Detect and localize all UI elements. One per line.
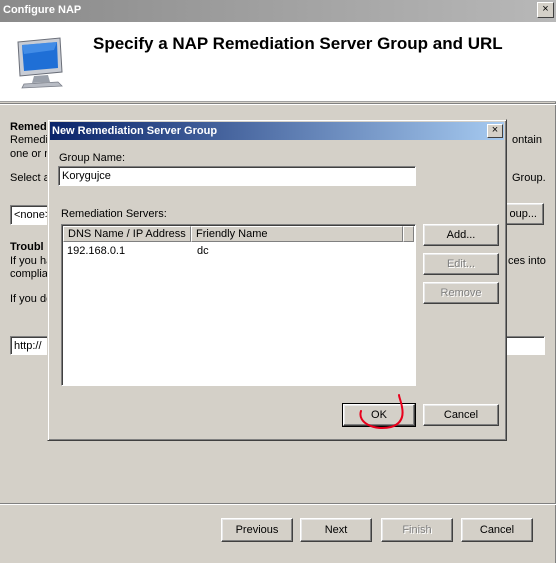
page-title: Specify a NAP Remediation Server Group a… xyxy=(93,34,503,53)
previous-button[interactable]: Previous xyxy=(221,518,293,542)
group-name-label: Group Name: xyxy=(59,152,126,164)
wizard-title-bar[interactable]: Configure NAP xyxy=(0,0,556,22)
finish-button[interactable]: Finish xyxy=(381,518,453,542)
annotation-mark xyxy=(359,394,404,429)
wizard-title: Configure NAP xyxy=(3,4,82,16)
group-combo[interactable]: <none> xyxy=(10,205,50,225)
table-row-address[interactable]: 192.168.0.1 xyxy=(67,245,125,257)
wizard-close-icon[interactable]: × xyxy=(537,2,554,18)
remediation-desc-line1: Remedi xyxy=(10,134,48,146)
url-input-end[interactable] xyxy=(505,336,545,355)
column-dns-name[interactable]: DNS Name / IP Address xyxy=(63,226,191,242)
monitor-icon xyxy=(17,37,63,89)
select-group-text: Select a xyxy=(10,172,50,184)
group-name-input[interactable]: Korygujce xyxy=(58,166,416,186)
dialog-title: New Remediation Server Group xyxy=(52,125,218,137)
header-divider xyxy=(0,103,556,105)
remediation-servers-label: Remediation Servers: xyxy=(61,208,167,220)
troubleshooting-line3: If you do xyxy=(10,293,53,305)
add-button[interactable]: Add... xyxy=(423,224,499,246)
wizard-cancel-button[interactable]: Cancel xyxy=(461,518,533,542)
dialog-title-bar[interactable]: New Remediation Server Group xyxy=(50,122,504,140)
remediation-desc-line2: one or n xyxy=(10,148,51,160)
url-input[interactable]: http:// xyxy=(10,336,50,355)
troubleshooting-line1-end: ces into xyxy=(508,255,546,267)
dialog-cancel-button[interactable]: Cancel xyxy=(423,404,499,426)
remediation-section-title: Remed xyxy=(10,121,47,133)
troubleshooting-line1: If you ha xyxy=(10,255,53,267)
new-group-button[interactable]: oup... xyxy=(502,203,544,225)
remove-button[interactable]: Remove xyxy=(423,282,499,304)
select-group-text-end: Group. xyxy=(512,172,546,184)
troubleshooting-title: Troubl xyxy=(10,241,44,253)
column-friendly-name[interactable]: Friendly Name xyxy=(191,226,403,242)
table-row-friendly[interactable]: dc xyxy=(197,245,209,257)
dialog-close-icon[interactable]: × xyxy=(487,124,503,138)
column-filler xyxy=(403,226,414,242)
footer-divider xyxy=(0,503,556,505)
remediation-desc-line1-end: ontain xyxy=(512,134,542,146)
edit-button[interactable]: Edit... xyxy=(423,253,499,275)
next-button[interactable]: Next xyxy=(300,518,372,542)
troubleshooting-line2: complia xyxy=(10,268,48,280)
